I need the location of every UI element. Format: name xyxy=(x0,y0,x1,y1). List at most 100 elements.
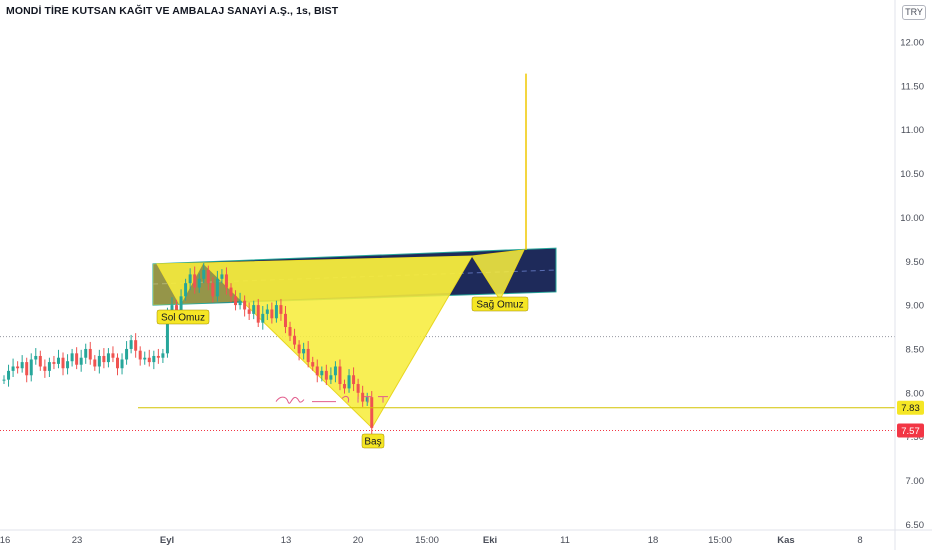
y-tick-label: 8.00 xyxy=(906,388,925,399)
y-tick-label: 9.00 xyxy=(906,301,925,312)
x-tick-label: Eyl xyxy=(160,535,174,546)
y-tick-label: 12.00 xyxy=(900,38,924,49)
candle xyxy=(102,355,106,363)
candle xyxy=(279,305,283,314)
candle xyxy=(111,353,115,358)
candle xyxy=(224,274,228,288)
candle xyxy=(293,335,297,345)
y-tick-label: 10.50 xyxy=(900,169,924,180)
candle xyxy=(197,278,201,288)
candle xyxy=(356,384,360,393)
candle xyxy=(129,340,133,349)
candle xyxy=(238,300,242,306)
candle xyxy=(306,348,310,363)
x-tick-label: Kas xyxy=(777,535,794,546)
candle xyxy=(206,270,210,284)
y-tick-label: 6.50 xyxy=(906,520,925,531)
x-tick-label: 15:00 xyxy=(708,535,732,546)
candle xyxy=(134,340,138,351)
candle xyxy=(202,270,206,279)
candle xyxy=(283,313,287,328)
x-axis: 16 23 Eyl 13 20 15:00 Eki 11 18 15:00 Kas 8 xyxy=(0,529,932,546)
candle xyxy=(361,392,365,402)
candle xyxy=(79,357,83,365)
candle xyxy=(265,309,269,314)
candle xyxy=(270,309,274,319)
candle xyxy=(47,362,51,371)
price-marker-label: 7.57 xyxy=(901,426,920,437)
candle xyxy=(211,283,215,297)
candle xyxy=(75,353,79,365)
candle xyxy=(38,355,42,367)
candle xyxy=(7,370,11,380)
candle xyxy=(88,348,92,360)
candle xyxy=(97,355,101,367)
candle xyxy=(2,379,6,381)
candle xyxy=(324,370,328,380)
x-tick-label: 8 xyxy=(857,535,862,546)
candle xyxy=(125,348,129,360)
candle xyxy=(261,313,265,323)
candle xyxy=(188,274,192,284)
x-tick-label: Eki xyxy=(483,535,497,546)
price-marker-label: 7.83 xyxy=(901,403,920,414)
candle xyxy=(56,357,60,364)
candle xyxy=(352,375,356,385)
candle xyxy=(20,362,24,369)
candle xyxy=(274,305,278,319)
candle xyxy=(329,375,333,380)
candle xyxy=(184,283,188,297)
x-tick-label: 11 xyxy=(560,535,570,546)
candle xyxy=(16,366,20,369)
price-markers: 7.83 7.57 xyxy=(897,400,924,438)
candle xyxy=(61,357,65,369)
x-tick-label: 13 xyxy=(281,535,292,546)
candle xyxy=(243,300,247,310)
y-tick-label: 9.50 xyxy=(906,257,925,268)
overlay-lines xyxy=(138,73,895,409)
x-tick-label: 20 xyxy=(353,535,364,546)
candle xyxy=(333,366,337,376)
candle xyxy=(320,370,324,376)
candle xyxy=(106,353,110,363)
candle xyxy=(370,397,374,428)
candle xyxy=(152,355,156,363)
y-tick-label: 7.00 xyxy=(906,476,925,487)
candle xyxy=(143,357,147,360)
head-and-shoulders-pattern xyxy=(152,247,557,429)
candle xyxy=(11,366,15,371)
candle xyxy=(156,355,160,358)
candle xyxy=(29,359,33,376)
candle xyxy=(116,357,119,369)
candle xyxy=(288,327,292,336)
candle xyxy=(256,305,260,323)
pattern-label: Baş xyxy=(364,437,381,448)
y-axis: 12.00 11.50 11.00 10.50 10.00 9.50 9.00 8.50 8.0… xyxy=(894,0,925,550)
candle xyxy=(234,296,238,306)
y-tick-label: 10.00 xyxy=(900,213,924,224)
x-tick-label: 18 xyxy=(648,535,659,546)
candle xyxy=(66,361,70,369)
candle xyxy=(302,348,306,354)
candle xyxy=(297,344,301,354)
y-tick-label: 11.50 xyxy=(901,81,924,92)
candle xyxy=(311,362,315,367)
candle xyxy=(247,309,251,314)
candle xyxy=(315,366,319,376)
y-tick-label: 11.00 xyxy=(901,125,924,136)
candle xyxy=(229,287,233,297)
candle xyxy=(220,274,224,279)
y-tick-label: 8.50 xyxy=(906,344,925,355)
candle xyxy=(161,353,165,358)
candle xyxy=(70,353,74,362)
candle xyxy=(347,375,351,389)
candle xyxy=(215,278,219,297)
price-chart[interactable]: 12.00 11.50 11.00 10.50 10.00 9.50 9.00 8.50 8.0… xyxy=(0,0,932,550)
candle xyxy=(338,366,342,385)
candle xyxy=(93,359,97,367)
candle xyxy=(43,366,47,371)
candle xyxy=(343,384,346,389)
x-tick-label: 16 xyxy=(0,535,10,546)
candle xyxy=(25,362,29,376)
x-tick-label: 15:00 xyxy=(415,535,439,546)
